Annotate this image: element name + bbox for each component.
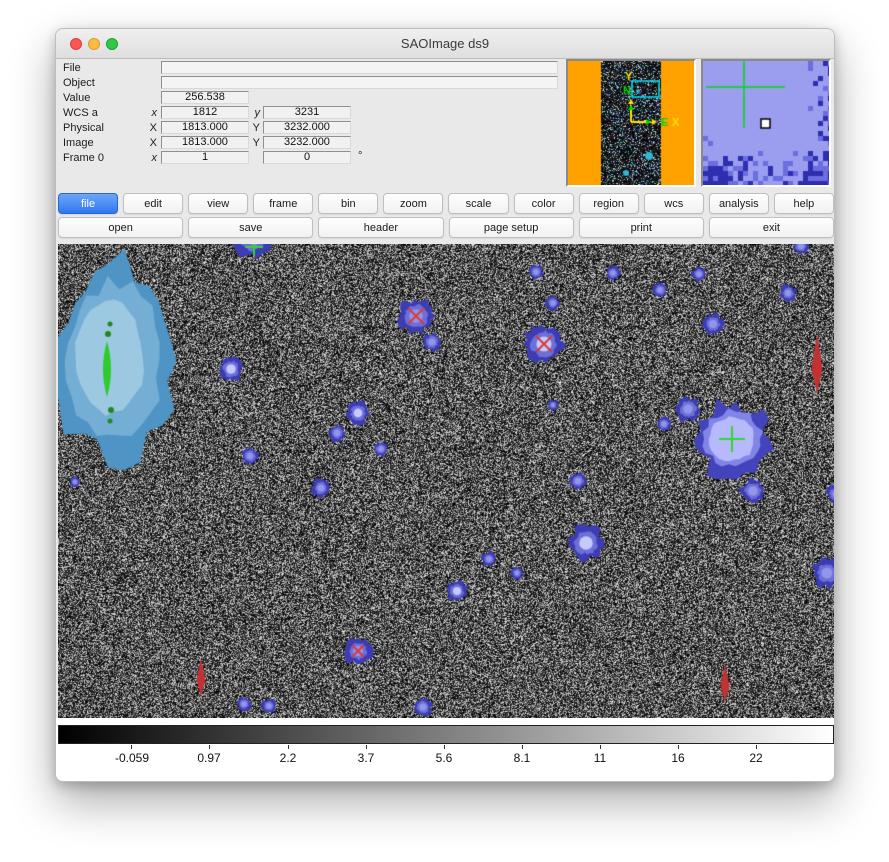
colorbar-label: 11 bbox=[594, 751, 606, 765]
physical-y-label: Y bbox=[248, 122, 260, 134]
colorbar-label: 8.1 bbox=[514, 751, 531, 765]
image-label: Image bbox=[63, 137, 94, 149]
physical-y-field[interactable]: 3232.000 bbox=[263, 121, 351, 134]
panner[interactable] bbox=[566, 59, 696, 187]
wcs-y-field[interactable]: 3231 bbox=[263, 106, 351, 119]
colorbar-tick bbox=[288, 745, 289, 749]
file-label: File bbox=[63, 62, 81, 74]
menu-view[interactable]: view bbox=[188, 193, 248, 214]
object-field[interactable] bbox=[161, 76, 558, 89]
colorbar-label: 5.6 bbox=[436, 751, 453, 765]
ds9-window: SAOImage ds9 File Object Value 256.538 W… bbox=[55, 28, 835, 782]
menu-region[interactable]: region bbox=[579, 193, 639, 214]
magnifier[interactable] bbox=[701, 59, 831, 187]
title-bar[interactable]: SAOImage ds9 bbox=[56, 29, 834, 59]
wcs-x-field[interactable]: 1812 bbox=[161, 106, 249, 119]
menu-analysis[interactable]: analysis bbox=[709, 193, 769, 214]
colorbar-label: 22 bbox=[749, 751, 762, 765]
colorbar[interactable] bbox=[58, 725, 834, 744]
exit-button[interactable]: exit bbox=[709, 217, 834, 238]
colorbar-tick bbox=[209, 745, 210, 749]
image-y-field[interactable]: 3232.000 bbox=[263, 136, 351, 149]
colorbar-tick bbox=[444, 745, 445, 749]
page-setup-button[interactable]: page setup bbox=[449, 217, 574, 238]
window-title: SAOImage ds9 bbox=[56, 29, 834, 58]
object-label: Object bbox=[63, 77, 95, 89]
main-image-canvas[interactable] bbox=[58, 244, 834, 718]
image-frame[interactable] bbox=[58, 244, 834, 718]
frame-rotation-field[interactable]: 0 bbox=[263, 151, 351, 164]
menu-wcs[interactable]: wcs bbox=[644, 193, 704, 214]
header-button[interactable]: header bbox=[318, 217, 443, 238]
menu-bar: file edit view frame bin zoom scale colo… bbox=[58, 193, 834, 215]
colorbar-label: 0.97 bbox=[197, 751, 220, 765]
colorbar-label: -0.059 bbox=[115, 751, 149, 765]
colorbar-label: 2.2 bbox=[280, 751, 297, 765]
colorbar-tick bbox=[678, 745, 679, 749]
open-button[interactable]: open bbox=[58, 217, 183, 238]
degree-symbol: ° bbox=[358, 150, 362, 162]
menu-scale[interactable]: scale bbox=[448, 193, 508, 214]
menu-edit[interactable]: edit bbox=[123, 193, 183, 214]
menu-file[interactable]: file bbox=[58, 193, 118, 214]
value-label: Value bbox=[63, 92, 90, 104]
file-field[interactable] bbox=[161, 61, 558, 74]
colorbar-tick bbox=[131, 745, 132, 749]
frame-zoom-field[interactable]: 1 bbox=[161, 151, 249, 164]
menu-bin[interactable]: bin bbox=[318, 193, 378, 214]
file-action-bar: open save header page setup print exit bbox=[58, 217, 834, 239]
colorbar-label: 16 bbox=[671, 751, 684, 765]
menu-zoom[interactable]: zoom bbox=[383, 193, 443, 214]
menu-color[interactable]: color bbox=[514, 193, 574, 214]
image-y-label: Y bbox=[248, 137, 260, 149]
panner-canvas[interactable] bbox=[568, 61, 694, 185]
value-field[interactable]: 256.538 bbox=[161, 91, 249, 104]
colorbar-tick bbox=[756, 745, 757, 749]
wcs-x-label: x bbox=[145, 107, 157, 119]
print-button[interactable]: print bbox=[579, 217, 704, 238]
wcs-label: WCS a bbox=[63, 107, 98, 119]
menu-frame[interactable]: frame bbox=[253, 193, 313, 214]
colorbar-label: 3.7 bbox=[358, 751, 375, 765]
colorbar-tick bbox=[600, 745, 601, 749]
colorbar-tick bbox=[522, 745, 523, 749]
menu-help[interactable]: help bbox=[774, 193, 834, 214]
magnifier-canvas[interactable] bbox=[703, 61, 829, 185]
image-x-label: X bbox=[145, 137, 157, 149]
physical-x-field[interactable]: 1813.000 bbox=[161, 121, 249, 134]
frame-label: Frame 0 bbox=[63, 152, 104, 164]
colorbar-tick bbox=[366, 745, 367, 749]
physical-x-label: X bbox=[145, 122, 157, 134]
wcs-y-label: y bbox=[248, 107, 260, 119]
save-button[interactable]: save bbox=[188, 217, 313, 238]
image-x-field[interactable]: 1813.000 bbox=[161, 136, 249, 149]
frame-x-label: x bbox=[145, 152, 157, 164]
physical-label: Physical bbox=[63, 122, 104, 134]
